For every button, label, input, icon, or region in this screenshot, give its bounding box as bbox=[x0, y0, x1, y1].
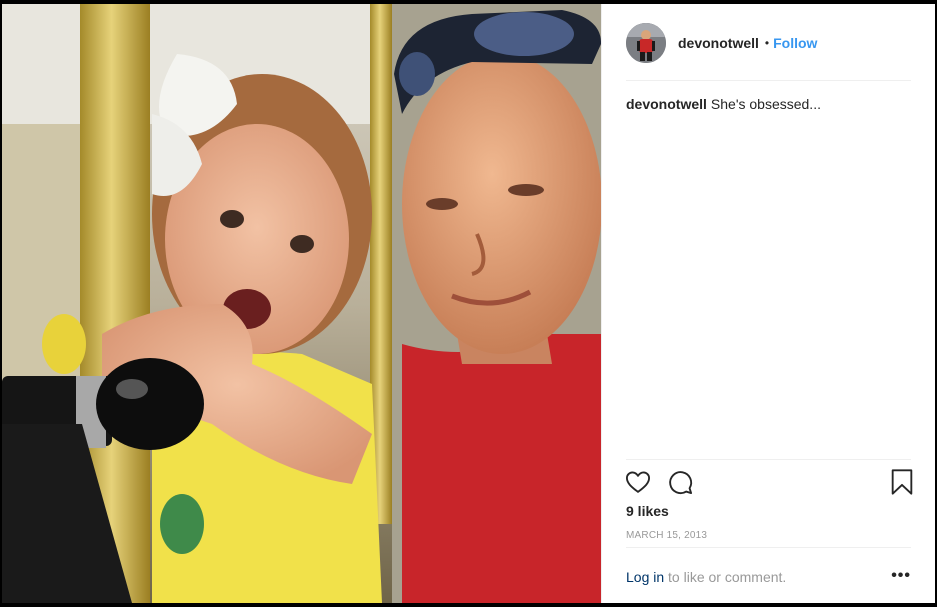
action-bar bbox=[624, 468, 914, 498]
post-date: MARCH 15, 2013 bbox=[626, 530, 708, 541]
likes-count[interactable]: 9 likes bbox=[626, 503, 669, 519]
separator-dot: • bbox=[764, 35, 770, 50]
caption-username[interactable]: devonotwell bbox=[626, 96, 707, 112]
avatar-image bbox=[626, 22, 666, 63]
login-prompt: Log in to like or comment. bbox=[626, 569, 911, 585]
comment-icon[interactable] bbox=[666, 468, 694, 498]
photo-image bbox=[2, 4, 601, 603]
post-details-panel: devonotwell • Follow devonotwell She's ob… bbox=[601, 4, 935, 603]
footer-divider bbox=[626, 547, 911, 548]
post-header: devonotwell • Follow bbox=[602, 4, 935, 81]
post-modal: devonotwell • Follow devonotwell She's ob… bbox=[0, 0, 937, 607]
post-photo[interactable] bbox=[2, 4, 601, 603]
caption: devonotwell She's obsessed... bbox=[626, 95, 911, 113]
login-prompt-text: to like or comment. bbox=[664, 569, 787, 585]
avatar[interactable] bbox=[626, 22, 666, 63]
actions-divider bbox=[626, 459, 911, 460]
header-divider bbox=[626, 80, 911, 81]
heart-icon[interactable] bbox=[624, 468, 652, 498]
login-link[interactable]: Log in bbox=[626, 569, 664, 585]
bookmark-icon[interactable] bbox=[890, 468, 918, 498]
follow-button[interactable]: Follow bbox=[773, 35, 817, 51]
more-options-icon[interactable]: ••• bbox=[891, 567, 911, 585]
caption-text: She's obsessed... bbox=[710, 96, 821, 112]
username-link[interactable]: devonotwell bbox=[678, 35, 759, 51]
